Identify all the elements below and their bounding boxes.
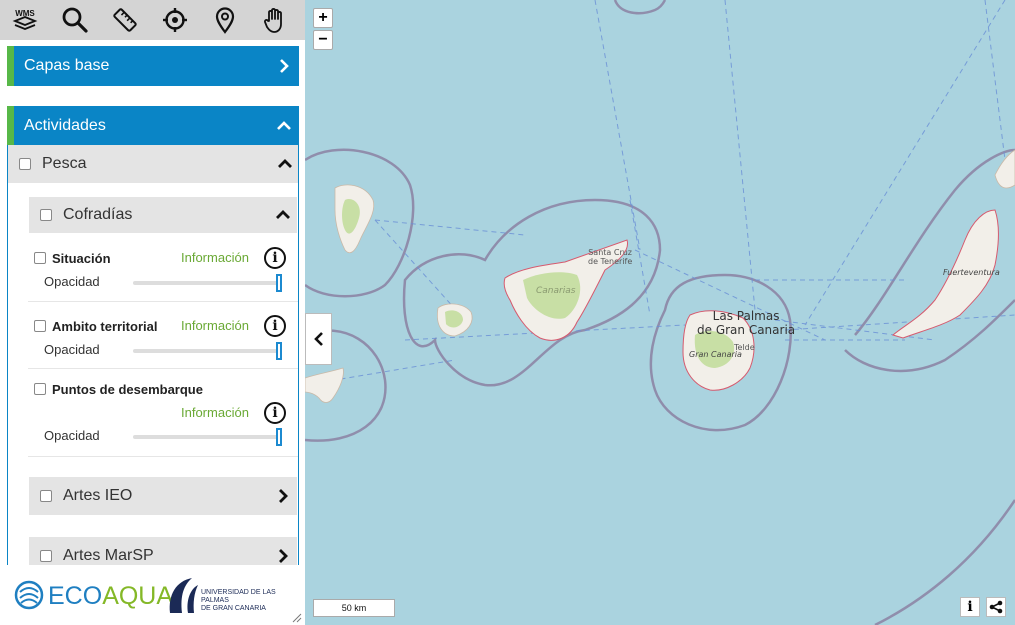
collapse-sidebar-button[interactable] — [305, 313, 332, 365]
marker-icon — [215, 7, 235, 34]
sidebar: WMS Capas base Actividades Pesca Cofradí… — [0, 0, 305, 625]
chevron-right-icon[interactable] — [269, 549, 297, 563]
group-cofradias[interactable]: Cofradías — [29, 197, 297, 233]
capas-base-title: Capas base — [24, 57, 110, 74]
layer-name: Puntos de desembarque — [52, 382, 203, 397]
wms-tool[interactable]: WMS — [0, 0, 50, 40]
chevron-up-icon[interactable] — [269, 210, 297, 220]
search-icon — [62, 7, 88, 33]
wms-icon: WMS — [12, 9, 38, 30]
share-icon — [989, 600, 1003, 614]
info-icon[interactable]: i — [264, 315, 286, 337]
layer-panel[interactable]: Pesca Cofradías Situación Información i — [7, 145, 299, 565]
info-icon[interactable]: i — [264, 402, 286, 424]
ruler-icon — [113, 8, 137, 32]
group-pesca-label: Pesca — [42, 155, 87, 172]
opacity-label: Opacidad — [44, 274, 100, 289]
info-button-label: i — [967, 599, 973, 615]
ecoaqua-aqua: AQUA — [102, 582, 174, 610]
map-label-gran-canaria: Gran Canaria — [689, 350, 742, 359]
measure-tool[interactable] — [100, 0, 150, 40]
puntos-checkbox[interactable] — [34, 383, 46, 395]
ulpgc-line2: DE GRAN CANARIA — [201, 605, 266, 612]
opacity-label: Opacidad — [44, 428, 100, 443]
chevron-left-icon — [313, 332, 323, 346]
pan-tool[interactable] — [250, 0, 300, 40]
ambito-checkbox[interactable] — [34, 320, 46, 332]
opacity-label: Opacidad — [44, 342, 100, 357]
group-artes-marsp-label: Artes MarSP — [63, 547, 154, 564]
info-icon[interactable]: i — [264, 247, 286, 269]
ulpgc-logo — [169, 578, 198, 613]
opacity-slider[interactable] — [133, 342, 282, 360]
actividades-title: Actividades — [24, 116, 106, 134]
map-label-fuerteventura: Fuerteventura — [943, 268, 1000, 277]
chevron-right-icon — [269, 59, 299, 73]
hand-icon — [264, 8, 282, 33]
map-label-santa-cruz: Santa Cruz de Tenerife — [588, 248, 633, 266]
ecoaqua-logo — [14, 580, 44, 610]
zoom-out-button[interactable]: − — [313, 30, 333, 50]
actividades-header[interactable]: Actividades — [7, 106, 299, 145]
layer-name: Ambito territorial — [52, 319, 158, 334]
pesca-checkbox[interactable] — [19, 158, 31, 170]
slider-thumb[interactable] — [276, 342, 282, 360]
zoom-in-button[interactable]: + — [313, 8, 333, 28]
chevron-up-icon — [269, 120, 299, 132]
map-label-las-palmas: Las Palmas de Gran Canaria — [697, 309, 796, 337]
share-button[interactable] — [986, 597, 1006, 617]
cofradias-checkbox[interactable] — [40, 209, 52, 221]
capas-base-header[interactable]: Capas base — [7, 46, 299, 86]
info-link[interactable]: Información — [181, 250, 249, 265]
marker-tool[interactable] — [200, 0, 250, 40]
ulpgc-line1: UNIVERSIDAD DE LAS PALMAS — [201, 589, 276, 604]
artes-ieo-checkbox[interactable] — [40, 490, 52, 502]
info-button[interactable]: i — [960, 597, 980, 617]
resize-grip-icon[interactable] — [292, 613, 302, 623]
chevron-up-icon[interactable] — [271, 159, 298, 169]
info-link[interactable]: Información — [181, 318, 249, 333]
scale-bar: 50 km — [313, 599, 395, 617]
layer-situacion: Situación Información i Opacidad — [28, 237, 298, 302]
opacity-slider[interactable] — [133, 274, 282, 292]
chevron-right-icon[interactable] — [269, 489, 297, 503]
slider-thumb[interactable] — [276, 428, 282, 446]
situacion-checkbox[interactable] — [34, 252, 46, 264]
map-label-canarias: Canarias — [536, 286, 576, 296]
opacity-slider[interactable] — [133, 428, 282, 446]
ulpgc-wordmark: UNIVERSIDAD DE LAS PALMAS DE GRAN CANARI… — [201, 589, 305, 613]
group-artes-ieo-label: Artes IEO — [63, 487, 133, 504]
locate-icon — [163, 8, 187, 32]
locate-tool[interactable] — [150, 0, 200, 40]
slider-thumb[interactable] — [276, 274, 282, 292]
map[interactable]: Santa Cruz de Tenerife Canarias Las Palm… — [305, 0, 1015, 625]
map-tiles — [305, 0, 1015, 625]
artes-marsp-checkbox[interactable] — [40, 550, 52, 562]
group-artes-ieo[interactable]: Artes IEO — [29, 477, 297, 515]
toolbar: WMS — [0, 0, 305, 40]
layer-ambito-territorial: Ambito territorial Información i Opacida… — [28, 302, 298, 369]
layer-name: Situación — [52, 251, 111, 266]
app: WMS Capas base Actividades Pesca Cofradí… — [0, 0, 1015, 625]
logos-footer: ECOAQUA UNIVERSIDAD DE LAS PALMAS DE GRA… — [0, 565, 305, 625]
ecoaqua-eco: ECO — [48, 582, 103, 610]
search-tool[interactable] — [50, 0, 100, 40]
group-cofradias-label: Cofradías — [63, 206, 133, 223]
group-artes-marsp[interactable]: Artes MarSP — [29, 537, 297, 565]
ecoaqua-wordmark: ECOAQUA — [48, 583, 173, 609]
group-pesca[interactable]: Pesca — [8, 145, 298, 183]
layer-puntos-desembarque: Puntos de desembarque Información i Opac… — [28, 369, 298, 457]
info-link[interactable]: Información — [181, 405, 249, 420]
